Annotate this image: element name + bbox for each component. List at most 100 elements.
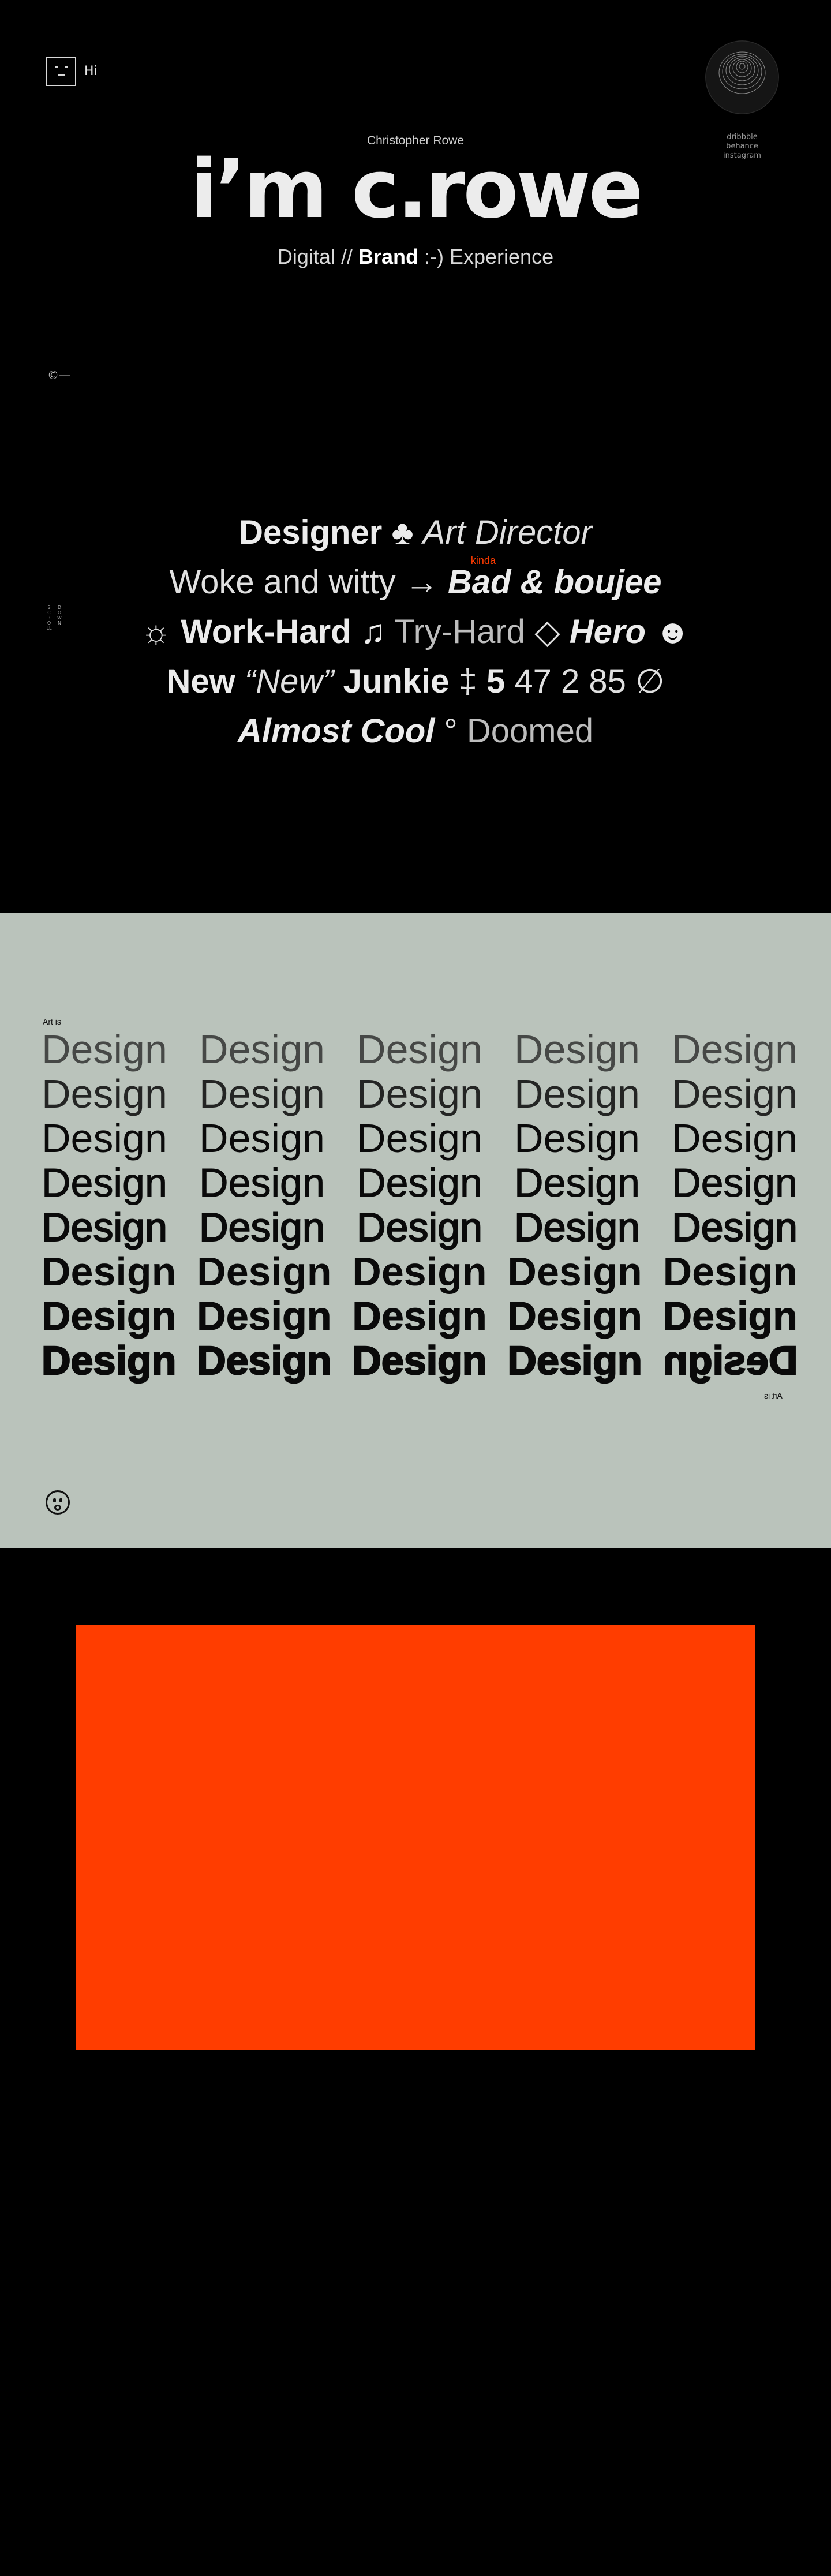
manifesto-word: Hero — [569, 613, 646, 650]
design-word: Design — [352, 1249, 487, 1294]
manifesto-word: Junkie — [343, 663, 450, 700]
sad-face-eye — [53, 1498, 56, 1502]
design-word: Design — [199, 1116, 325, 1161]
art-is-label: Art is — [43, 1017, 61, 1026]
design-row: Design Design Design Design Design — [42, 1160, 798, 1205]
hi-link[interactable]: Hi — [84, 64, 98, 78]
design-word: Design — [507, 1293, 642, 1339]
design-word: Design — [672, 1071, 798, 1116]
design-word: Design — [196, 1337, 332, 1384]
design-word: Design — [672, 1116, 798, 1161]
design-word: Design — [351, 1337, 488, 1384]
design-word: Design — [514, 1160, 641, 1205]
hero-subtitle: Digital // Brand :-) Experience — [0, 245, 831, 269]
degree-icon: ° — [444, 712, 458, 750]
hero-sub-bold: Brand — [358, 245, 418, 268]
design-word: Design — [662, 1249, 798, 1294]
design-row: Design Design Design Design Design — [42, 1250, 798, 1294]
design-word: Design — [507, 1337, 643, 1384]
design-section: Art is Design Design Design Design Desig… — [0, 913, 831, 1548]
manifesto-word: Try-Hard — [394, 613, 525, 650]
design-word: Design — [42, 1116, 167, 1161]
featured-media-block[interactable] — [76, 1625, 755, 2050]
manifesto-line-1: Designer ♣ Art Director — [0, 508, 831, 558]
double-dagger-icon: ‡ — [458, 663, 477, 700]
design-word: Design — [41, 1337, 177, 1384]
design-word-grid: Design Design Design Design Design Desig… — [41, 1027, 798, 1384]
bad-boujee-wrap: kinda Bad & boujee — [447, 555, 662, 607]
design-word: Design — [41, 1293, 177, 1339]
design-word-mirrored: Design — [662, 1337, 798, 1384]
orb-icon[interactable] — [705, 40, 779, 114]
manifesto-word: Work-Hard — [181, 613, 351, 650]
copyright-mark: ©— — [47, 368, 70, 382]
kinda-annotation: kinda — [470, 555, 496, 566]
design-word: Design — [662, 1293, 798, 1339]
design-word: Design — [357, 1071, 482, 1116]
design-row: Design Design Design Design Design — [42, 1027, 798, 1072]
design-word: Design — [672, 1160, 798, 1205]
manifesto: Designer ♣ Art Director Woke and witty →… — [0, 508, 831, 756]
design-word: Design — [199, 1071, 325, 1116]
manifesto-word: Bad & boujee — [447, 563, 662, 601]
manifesto-line-2: Woke and witty → kinda Bad & boujee — [0, 555, 831, 607]
logo-mouth — [58, 74, 65, 76]
design-word: Design — [199, 1160, 325, 1205]
hero-section: Hi dribbble behance instagram Christophe… — [0, 0, 831, 913]
design-row: Design Design Design Design Design — [42, 1072, 798, 1116]
design-row: Design Design Design Design Design — [41, 1293, 798, 1339]
sad-face-eye — [59, 1498, 62, 1502]
design-word: Design — [42, 1027, 167, 1072]
manifesto-number: 5 — [486, 663, 506, 700]
design-word: Design — [672, 1027, 798, 1072]
design-word: Design — [357, 1027, 482, 1072]
manifesto-line-3: ☼ Work-Hard ♫ Try-Hard ◇ Hero ☻ — [0, 607, 831, 657]
design-word: Design — [352, 1293, 487, 1339]
hero-title: i’m c.rowe — [190, 143, 643, 237]
orb-rings-graphic — [705, 40, 779, 114]
sad-face-icon — [46, 1490, 70, 1515]
design-row: Design Design Design Design Design — [41, 1205, 798, 1250]
manifesto-word: Woke and witty — [169, 563, 396, 601]
design-row: Design Design Design Design Design — [41, 1337, 798, 1384]
design-word: Design — [671, 1205, 798, 1250]
hero-sub-pre: Digital // — [277, 245, 353, 268]
manifesto-word: Doomed — [466, 712, 594, 750]
design-word: Design — [197, 1293, 332, 1339]
manifesto-line-4: New “New” Junkie ‡ 5 47 2 85 ∅ — [0, 657, 831, 706]
design-word: Design — [197, 1249, 332, 1294]
manifesto-line-5: Almost Cool ° Doomed — [0, 706, 831, 756]
art-is-mirrored-label: Art is — [764, 1391, 783, 1400]
design-word: Design — [357, 1116, 482, 1161]
manifesto-word: New — [166, 663, 235, 700]
manifesto-word: Almost Cool — [237, 712, 435, 750]
club-icon: ♣ — [391, 514, 414, 551]
smiley-icon: ☻ — [655, 613, 691, 650]
design-word: Design — [357, 1160, 483, 1205]
design-word: Design — [507, 1249, 642, 1294]
design-word: Design — [199, 1027, 325, 1072]
sad-face-mouth — [54, 1505, 61, 1511]
logo-eye-left — [55, 66, 58, 68]
manifesto-word: Art Director — [422, 514, 592, 551]
logo-face-icon[interactable] — [46, 57, 76, 86]
design-row: Design Design Design Design Design — [42, 1116, 798, 1161]
design-word: Design — [514, 1071, 640, 1116]
design-word: Design — [356, 1205, 483, 1250]
design-word: Design — [514, 1205, 641, 1250]
empty-set-icon: ∅ — [635, 663, 665, 700]
arrow-right-icon: → — [405, 563, 439, 601]
design-word: Design — [514, 1027, 640, 1072]
design-word: Design — [42, 1160, 168, 1205]
music-note-icon: ♫ — [360, 613, 386, 650]
manifesto-word: Designer — [239, 514, 383, 551]
sun-icon: ☼ — [140, 613, 172, 650]
logo-eye-right — [65, 66, 68, 68]
diamond-icon: ◇ — [534, 613, 560, 650]
design-word: Design — [42, 1071, 167, 1116]
design-word: Design — [42, 1249, 177, 1294]
manifesto-number: 47 2 85 — [514, 663, 626, 700]
design-word: Design — [514, 1116, 640, 1161]
hero-sub-post: :-) Experience — [424, 245, 554, 268]
design-word: Design — [199, 1205, 325, 1250]
